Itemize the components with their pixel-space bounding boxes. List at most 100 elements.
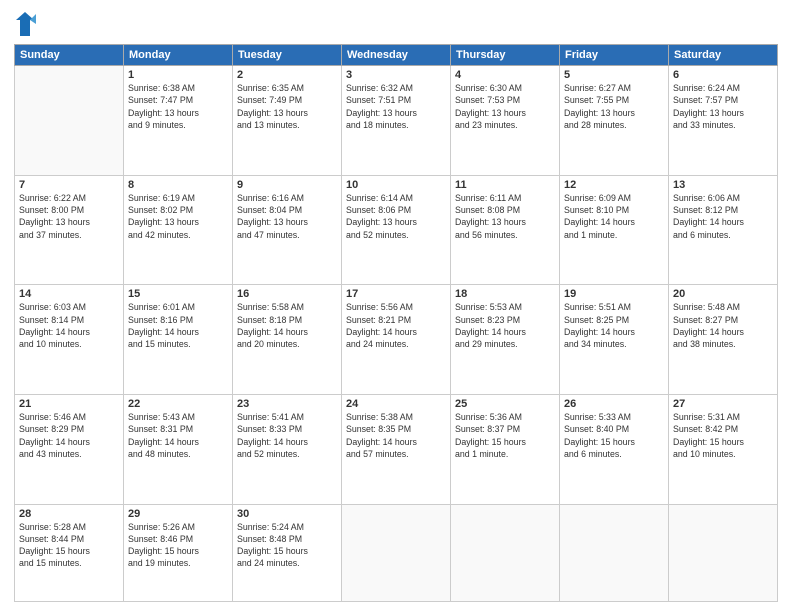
calendar-cell: 17Sunrise: 5:56 AMSunset: 8:21 PMDayligh… <box>342 285 451 395</box>
calendar-table: SundayMondayTuesdayWednesdayThursdayFrid… <box>14 44 778 602</box>
day-header-monday: Monday <box>124 45 233 66</box>
calendar-cell: 19Sunrise: 5:51 AMSunset: 8:25 PMDayligh… <box>560 285 669 395</box>
day-info: Sunrise: 5:26 AMSunset: 8:46 PMDaylight:… <box>128 521 228 570</box>
day-number: 4 <box>455 69 555 81</box>
calendar-cell: 16Sunrise: 5:58 AMSunset: 8:18 PMDayligh… <box>233 285 342 395</box>
calendar-cell: 13Sunrise: 6:06 AMSunset: 8:12 PMDayligh… <box>669 175 778 285</box>
day-info: Sunrise: 6:35 AMSunset: 7:49 PMDaylight:… <box>237 82 337 131</box>
calendar-cell: 18Sunrise: 5:53 AMSunset: 8:23 PMDayligh… <box>451 285 560 395</box>
day-number: 6 <box>673 69 773 81</box>
day-info: Sunrise: 5:36 AMSunset: 8:37 PMDaylight:… <box>455 411 555 460</box>
day-header-sunday: Sunday <box>15 45 124 66</box>
calendar-cell: 7Sunrise: 6:22 AMSunset: 8:00 PMDaylight… <box>15 175 124 285</box>
calendar-cell: 4Sunrise: 6:30 AMSunset: 7:53 PMDaylight… <box>451 66 560 176</box>
calendar-cell: 28Sunrise: 5:28 AMSunset: 8:44 PMDayligh… <box>15 504 124 602</box>
day-number: 11 <box>455 179 555 191</box>
day-info: Sunrise: 6:32 AMSunset: 7:51 PMDaylight:… <box>346 82 446 131</box>
day-number: 26 <box>564 398 664 410</box>
header <box>14 10 778 38</box>
calendar-cell: 12Sunrise: 6:09 AMSunset: 8:10 PMDayligh… <box>560 175 669 285</box>
calendar-cell: 15Sunrise: 6:01 AMSunset: 8:16 PMDayligh… <box>124 285 233 395</box>
day-number: 25 <box>455 398 555 410</box>
calendar-cell <box>342 504 451 602</box>
logo-icon <box>14 10 36 38</box>
calendar-cell: 3Sunrise: 6:32 AMSunset: 7:51 PMDaylight… <box>342 66 451 176</box>
page: SundayMondayTuesdayWednesdayThursdayFrid… <box>0 0 792 612</box>
day-info: Sunrise: 5:31 AMSunset: 8:42 PMDaylight:… <box>673 411 773 460</box>
calendar-cell: 20Sunrise: 5:48 AMSunset: 8:27 PMDayligh… <box>669 285 778 395</box>
day-number: 1 <box>128 69 228 81</box>
calendar-cell: 9Sunrise: 6:16 AMSunset: 8:04 PMDaylight… <box>233 175 342 285</box>
day-info: Sunrise: 5:51 AMSunset: 8:25 PMDaylight:… <box>564 301 664 350</box>
calendar-cell: 30Sunrise: 5:24 AMSunset: 8:48 PMDayligh… <box>233 504 342 602</box>
calendar-week-1: 7Sunrise: 6:22 AMSunset: 8:00 PMDaylight… <box>15 175 778 285</box>
day-info: Sunrise: 5:41 AMSunset: 8:33 PMDaylight:… <box>237 411 337 460</box>
calendar-cell: 2Sunrise: 6:35 AMSunset: 7:49 PMDaylight… <box>233 66 342 176</box>
day-header-friday: Friday <box>560 45 669 66</box>
calendar-cell <box>669 504 778 602</box>
day-info: Sunrise: 6:09 AMSunset: 8:10 PMDaylight:… <box>564 192 664 241</box>
day-number: 24 <box>346 398 446 410</box>
day-info: Sunrise: 5:48 AMSunset: 8:27 PMDaylight:… <box>673 301 773 350</box>
day-info: Sunrise: 6:06 AMSunset: 8:12 PMDaylight:… <box>673 192 773 241</box>
calendar-header-row: SundayMondayTuesdayWednesdayThursdayFrid… <box>15 45 778 66</box>
calendar-cell: 26Sunrise: 5:33 AMSunset: 8:40 PMDayligh… <box>560 394 669 504</box>
calendar-cell: 22Sunrise: 5:43 AMSunset: 8:31 PMDayligh… <box>124 394 233 504</box>
calendar-cell: 5Sunrise: 6:27 AMSunset: 7:55 PMDaylight… <box>560 66 669 176</box>
day-info: Sunrise: 5:53 AMSunset: 8:23 PMDaylight:… <box>455 301 555 350</box>
calendar-cell: 11Sunrise: 6:11 AMSunset: 8:08 PMDayligh… <box>451 175 560 285</box>
day-number: 16 <box>237 288 337 300</box>
day-number: 14 <box>19 288 119 300</box>
day-number: 10 <box>346 179 446 191</box>
calendar-cell <box>15 66 124 176</box>
day-number: 20 <box>673 288 773 300</box>
day-info: Sunrise: 5:56 AMSunset: 8:21 PMDaylight:… <box>346 301 446 350</box>
day-header-tuesday: Tuesday <box>233 45 342 66</box>
day-number: 9 <box>237 179 337 191</box>
day-header-thursday: Thursday <box>451 45 560 66</box>
calendar-cell <box>560 504 669 602</box>
calendar-cell: 8Sunrise: 6:19 AMSunset: 8:02 PMDaylight… <box>124 175 233 285</box>
day-info: Sunrise: 5:24 AMSunset: 8:48 PMDaylight:… <box>237 521 337 570</box>
calendar-week-2: 14Sunrise: 6:03 AMSunset: 8:14 PMDayligh… <box>15 285 778 395</box>
calendar-cell: 27Sunrise: 5:31 AMSunset: 8:42 PMDayligh… <box>669 394 778 504</box>
day-info: Sunrise: 6:30 AMSunset: 7:53 PMDaylight:… <box>455 82 555 131</box>
day-info: Sunrise: 6:11 AMSunset: 8:08 PMDaylight:… <box>455 192 555 241</box>
calendar-cell: 10Sunrise: 6:14 AMSunset: 8:06 PMDayligh… <box>342 175 451 285</box>
day-info: Sunrise: 5:43 AMSunset: 8:31 PMDaylight:… <box>128 411 228 460</box>
calendar-cell: 23Sunrise: 5:41 AMSunset: 8:33 PMDayligh… <box>233 394 342 504</box>
day-number: 12 <box>564 179 664 191</box>
day-number: 15 <box>128 288 228 300</box>
day-info: Sunrise: 6:14 AMSunset: 8:06 PMDaylight:… <box>346 192 446 241</box>
day-number: 30 <box>237 508 337 520</box>
calendar-cell: 21Sunrise: 5:46 AMSunset: 8:29 PMDayligh… <box>15 394 124 504</box>
day-number: 29 <box>128 508 228 520</box>
day-number: 19 <box>564 288 664 300</box>
calendar-cell: 14Sunrise: 6:03 AMSunset: 8:14 PMDayligh… <box>15 285 124 395</box>
day-header-saturday: Saturday <box>669 45 778 66</box>
day-number: 13 <box>673 179 773 191</box>
calendar-week-0: 1Sunrise: 6:38 AMSunset: 7:47 PMDaylight… <box>15 66 778 176</box>
day-info: Sunrise: 6:19 AMSunset: 8:02 PMDaylight:… <box>128 192 228 241</box>
day-number: 2 <box>237 69 337 81</box>
day-info: Sunrise: 6:22 AMSunset: 8:00 PMDaylight:… <box>19 192 119 241</box>
day-number: 8 <box>128 179 228 191</box>
day-info: Sunrise: 5:46 AMSunset: 8:29 PMDaylight:… <box>19 411 119 460</box>
day-header-wednesday: Wednesday <box>342 45 451 66</box>
day-info: Sunrise: 5:28 AMSunset: 8:44 PMDaylight:… <box>19 521 119 570</box>
day-info: Sunrise: 6:24 AMSunset: 7:57 PMDaylight:… <box>673 82 773 131</box>
day-number: 27 <box>673 398 773 410</box>
calendar-cell <box>451 504 560 602</box>
day-number: 5 <box>564 69 664 81</box>
day-number: 3 <box>346 69 446 81</box>
day-number: 17 <box>346 288 446 300</box>
calendar-cell: 24Sunrise: 5:38 AMSunset: 8:35 PMDayligh… <box>342 394 451 504</box>
calendar-cell: 6Sunrise: 6:24 AMSunset: 7:57 PMDaylight… <box>669 66 778 176</box>
day-number: 22 <box>128 398 228 410</box>
day-info: Sunrise: 6:27 AMSunset: 7:55 PMDaylight:… <box>564 82 664 131</box>
day-info: Sunrise: 6:38 AMSunset: 7:47 PMDaylight:… <box>128 82 228 131</box>
day-number: 7 <box>19 179 119 191</box>
day-info: Sunrise: 6:03 AMSunset: 8:14 PMDaylight:… <box>19 301 119 350</box>
day-number: 21 <box>19 398 119 410</box>
calendar-week-4: 28Sunrise: 5:28 AMSunset: 8:44 PMDayligh… <box>15 504 778 602</box>
